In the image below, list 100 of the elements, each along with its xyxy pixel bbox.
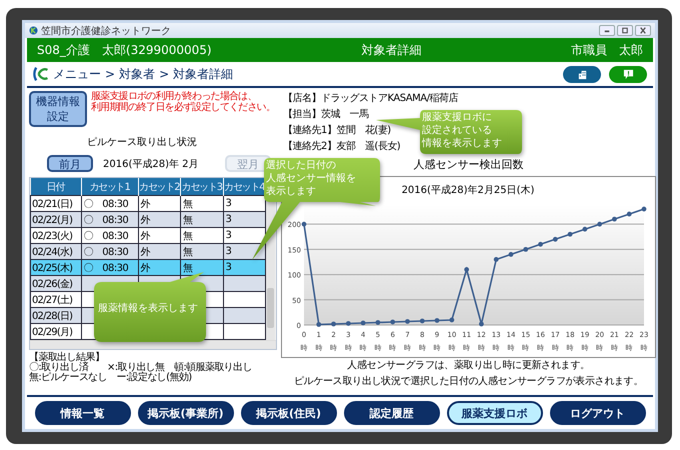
tooltip-text: 表示します xyxy=(266,185,317,198)
store-info-line: 【店名】ドラッグストアKASAMA/稲荷店 xyxy=(283,92,458,106)
table-cell[interactable]: 外 xyxy=(138,260,180,276)
data-point xyxy=(552,236,558,242)
legend-text: 〇:取り出し済 ×:取り出し無 頓:頓服薬取り出し xyxy=(29,363,253,373)
table-cell[interactable]: 無 xyxy=(180,244,223,260)
data-point xyxy=(302,222,306,227)
column-header: 日付 xyxy=(30,178,81,196)
device-settings-button[interactable]: 機器情報設定 xyxy=(29,91,87,127)
breadcrumb-item[interactable]: 対象者 xyxy=(119,66,156,82)
data-point xyxy=(523,246,528,252)
breadcrumb-item[interactable]: > xyxy=(159,67,170,81)
nav-button[interactable]: 認定履歴 xyxy=(344,401,440,425)
month-label: 2016(平成28)年 2月 xyxy=(103,158,200,170)
table-cell[interactable]: 無 xyxy=(180,228,223,244)
nav-button[interactable]: 掲示板(住民) xyxy=(240,401,336,425)
table-cell[interactable]: 外 xyxy=(138,228,180,244)
alert-message-icon xyxy=(622,68,634,80)
tooltip-text: 情報を表示します xyxy=(422,137,502,150)
column-header: カセット2 xyxy=(138,178,180,196)
section-title: ピルケース取り出し状況 xyxy=(86,136,198,149)
breadcrumb-item[interactable]: > xyxy=(105,67,116,81)
data-point xyxy=(405,319,410,324)
chart-date: 2016(平成28)年2月25日(木) xyxy=(402,185,534,196)
table-cell[interactable]: 02/27(土) xyxy=(30,292,81,308)
page-title: 対象者詳細 xyxy=(361,42,422,58)
data-point xyxy=(346,321,351,326)
table-cell[interactable]: 02/26(金) xyxy=(30,276,81,292)
message-button[interactable] xyxy=(609,66,647,82)
table-cell[interactable]: 〇 08:30 xyxy=(81,196,138,212)
data-point xyxy=(331,322,336,326)
data-point xyxy=(642,206,646,212)
nav-button[interactable]: ログアウト xyxy=(550,401,646,425)
data-point xyxy=(316,322,322,327)
data-point xyxy=(390,320,396,324)
table-cell[interactable]: 02/21(日) xyxy=(30,196,81,212)
app-logo-icon xyxy=(29,26,38,35)
breadcrumb-item[interactable]: 対象者詳細 xyxy=(173,66,234,82)
nav-button[interactable]: 服薬支援ロボ xyxy=(446,401,542,425)
logo-icon xyxy=(33,66,49,82)
data-point xyxy=(360,320,366,326)
table-cell[interactable]: 3 xyxy=(223,212,266,228)
column-header: カセット1 xyxy=(81,178,138,196)
data-point xyxy=(420,318,425,324)
patient-name: S08_介護 太郎(3299000005) xyxy=(37,42,212,58)
legend-text: 無:ピルケースなし ー:設定なし(無効) xyxy=(29,373,193,383)
data-point xyxy=(582,226,588,232)
table-cell[interactable]: 外 xyxy=(138,244,180,260)
minimize-button[interactable] xyxy=(599,25,615,36)
store-info-line: 【連絡先2】友部 遥(長女) xyxy=(283,140,400,154)
tooltip-text: 人感センサー情報を xyxy=(266,172,356,185)
user-name: 市職員 太郎 xyxy=(570,42,643,58)
breadcrumb-item[interactable]: メニュー xyxy=(53,66,101,82)
data-point xyxy=(568,232,572,237)
tooltip-text: 服薬支援ロボに xyxy=(422,111,493,124)
data-point xyxy=(464,267,469,272)
data-point xyxy=(479,322,484,326)
legend-text: 【薬取出し結果】 xyxy=(29,353,106,363)
close-button[interactable] xyxy=(635,25,651,36)
data-point xyxy=(597,222,602,227)
table-cell[interactable]: 無 xyxy=(180,212,223,228)
data-point xyxy=(434,318,440,323)
prev-month-button[interactable]: 前月 xyxy=(47,155,93,172)
data-point xyxy=(494,257,499,262)
table-cell[interactable]: 無 xyxy=(180,260,223,276)
data-point xyxy=(508,252,514,257)
data-point xyxy=(538,242,543,247)
chart-note: 人感センサーグラフは、薬取り出し時に更新されます。 xyxy=(346,358,591,373)
table-cell[interactable]: 02/29(月) xyxy=(30,324,81,340)
table-cell[interactable]: 無 xyxy=(180,196,223,212)
table-cell[interactable]: 〇 08:30 xyxy=(81,212,138,228)
tooltip-text: 服薬情報を表示します xyxy=(98,302,198,315)
building-icon xyxy=(576,68,588,80)
data-point xyxy=(449,318,454,322)
store-info-line: 【連絡先1】笠間 花(妻) xyxy=(283,124,391,138)
data-point xyxy=(612,216,617,222)
table-cell[interactable]: 〇 08:30 xyxy=(81,228,138,244)
table-cell[interactable]: 02/24(水) xyxy=(30,244,81,260)
warning-text: 利用期間の終了日を必ず設定してください。 xyxy=(90,102,275,113)
maximize-button[interactable] xyxy=(617,25,633,36)
tooltip-text: 設定されている xyxy=(422,124,493,137)
table-cell[interactable]: 02/22(月) xyxy=(30,212,81,228)
table-cell[interactable]: 3 xyxy=(223,196,266,212)
table-cell[interactable]: 02/28(日) xyxy=(30,308,81,324)
table-cell[interactable]: 02/25(木) xyxy=(30,260,81,276)
table-cell[interactable]: 〇 08:30 xyxy=(81,260,138,276)
column-header: カセット3 xyxy=(180,178,223,196)
nav-button[interactable]: 掲示板(事業所) xyxy=(138,401,234,425)
horizontal-scrollbar[interactable] xyxy=(30,340,276,349)
store-info-line: 【担当】茨城 一馬 xyxy=(283,108,368,122)
table-cell[interactable]: 外 xyxy=(138,212,180,228)
chart-note: ピルケース取り出し状況で選択した日付の人感センサーグラフが表示されます。 xyxy=(294,374,644,389)
table-cell[interactable]: 〇 08:30 xyxy=(81,244,138,260)
table-cell[interactable]: 外 xyxy=(138,196,180,212)
table-cell[interactable]: 02/23(火) xyxy=(30,228,81,244)
data-point xyxy=(376,320,380,325)
table-cell[interactable]: 3 xyxy=(223,260,266,276)
nav-button[interactable]: 情報一覧 xyxy=(34,401,130,425)
facility-button[interactable] xyxy=(563,66,601,82)
data-point xyxy=(626,212,632,216)
